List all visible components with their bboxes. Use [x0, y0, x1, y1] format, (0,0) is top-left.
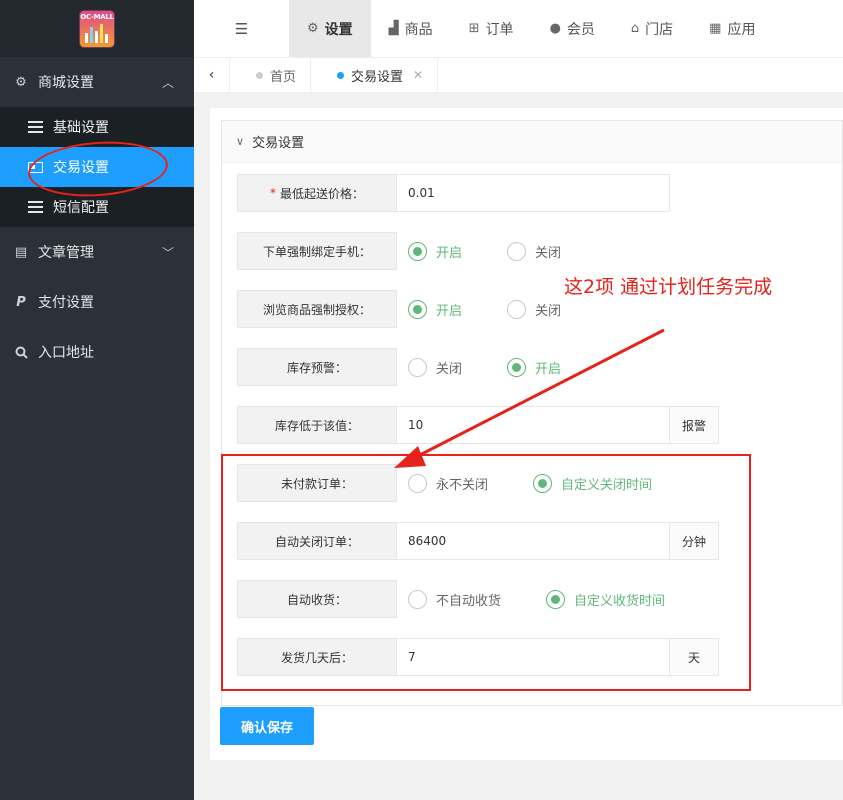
chevron-down-icon: ﹀ [161, 245, 174, 260]
radio-label: 开启 [436, 303, 463, 319]
radio-circle [408, 241, 427, 261]
form-row-stock-alert: 库存预警： 关闭 开启 [237, 348, 595, 386]
page-tabs: ‹ 首页 交易设置 ✕ [194, 57, 843, 93]
nav-item-orders[interactable]: ⊞ 订单 [451, 0, 532, 57]
nav-item-label: 应用 [727, 21, 756, 38]
radio-label: 关闭 [535, 303, 562, 319]
list-icon [28, 121, 43, 133]
newspaper-icon: ▤ [14, 244, 28, 260]
sidebar-group-label: 文章管理 [38, 245, 94, 261]
shopping-bag-icon: ▟ [388, 21, 399, 36]
radio-circle [507, 299, 527, 319]
radio-circle [507, 357, 527, 377]
nav-item-label: 门店 [645, 21, 674, 38]
search-icon [14, 346, 28, 359]
nav-item-label: 会员 [566, 21, 595, 38]
form-row-min-price: * 最低起送价格： 0.01 [237, 174, 670, 212]
tab-label: 交易设置 [351, 69, 404, 85]
nav-item-stores[interactable]: ⌂ 门店 [613, 0, 691, 57]
sidebar-item-label: 基础设置 [53, 120, 109, 136]
stock-threshold-input[interactable]: 10 [397, 406, 670, 444]
form-row-browse-auth: 浏览商品强制授权： 开启 关闭 [237, 290, 595, 328]
grid-table-icon: ⊞ [468, 21, 480, 36]
apps-icon: ▦ [709, 21, 722, 36]
radio-circle [408, 357, 427, 377]
bind-phone-radio-on[interactable]: 开启 [408, 241, 463, 261]
field-label: 下单强制绑定手机： [237, 232, 397, 270]
radio-label: 关闭 [436, 361, 463, 377]
sidebar-group-mall-settings[interactable]: ⚙ 商城设置 ︿ [0, 57, 194, 107]
tab-dot [256, 71, 263, 79]
logo-area: OC-MALL [0, 0, 194, 57]
nav-item-settings[interactable]: ⚙ 设置 [289, 0, 371, 57]
nav-item-members[interactable]: ● 会员 [532, 0, 613, 57]
tab-home[interactable]: 首页 [230, 57, 312, 93]
nav-item-apps[interactable]: ▦ 应用 [691, 0, 773, 57]
field-label: * 最低起送价格： [237, 174, 397, 212]
nav-item-label: 商品 [404, 21, 433, 38]
tab-dot [337, 71, 345, 79]
sidebar-group-label: 入口地址 [38, 345, 94, 361]
radio-circle [507, 241, 527, 261]
radio-label: 关闭 [535, 245, 562, 261]
sidebar: OC-MALL ⚙ 商城设置 ︿ 基础设置 交易设置 短信配置 ▤ 文章管理 ﹀ [0, 0, 194, 800]
annotation-box [221, 454, 751, 691]
annotation-text: 这2项 通过计划任务完成 [564, 276, 773, 298]
field-label: 浏览商品强制授权： [237, 290, 397, 328]
gear-icon: ⚙ [15, 74, 27, 90]
logo-text: OC-MALL [80, 12, 114, 21]
radio-label: 开启 [535, 361, 562, 377]
sidebar-group-articles[interactable]: ▤ 文章管理 ﹀ [0, 227, 194, 277]
stock-alert-radio-on[interactable]: 开启 [507, 357, 562, 377]
radio-label: 开启 [436, 245, 463, 261]
close-icon[interactable]: ✕ [413, 68, 423, 82]
field-label-text: 最低起送价格： [279, 186, 364, 201]
tab-trade-settings[interactable]: 交易设置 ✕ [311, 57, 439, 93]
sidebar-group-label: 商城设置 [38, 75, 94, 91]
chevron-up-icon: ︿ [161, 75, 174, 90]
field-label: 库存预警： [237, 348, 397, 386]
top-nav: ☰ ⚙ 设置 ▟ 商品 ⊞ 订单 ● 会员 ⌂ 门店 ▦ 应用 [194, 0, 843, 57]
min-price-input[interactable]: 0.01 [397, 174, 670, 212]
card-header[interactable]: ∨ 交易设置 [222, 121, 842, 163]
gears-icon: ⚙ [307, 21, 319, 36]
stock-alert-radio-off[interactable]: 关闭 [408, 357, 463, 377]
tabs-prev-button[interactable]: ‹ [194, 57, 230, 93]
bank-icon: ⌂ [630, 21, 640, 36]
nav-item-label: 订单 [485, 21, 514, 38]
app-logo[interactable]: OC-MALL [79, 9, 115, 48]
sidebar-toggle-button[interactable]: ☰ [194, 0, 289, 57]
form-row-stock-threshold: 库存低于该值： 10 报警 [237, 406, 719, 444]
paypal-icon: P [16, 294, 26, 310]
list-icon [28, 201, 43, 213]
bind-phone-radio-off[interactable]: 关闭 [507, 241, 562, 261]
save-button[interactable]: 确认保存 [220, 707, 314, 745]
browse-auth-radio-on[interactable]: 开启 [408, 299, 463, 319]
nav-item-label: 设置 [324, 21, 353, 38]
sidebar-group-payment[interactable]: P 支付设置 [0, 277, 194, 327]
browse-auth-radio-off[interactable]: 关闭 [507, 299, 562, 319]
form-row-bind-phone: 下单强制绑定手机： 开启 关闭 [237, 232, 595, 270]
sidebar-group-label: 支付设置 [38, 295, 94, 311]
sidebar-item-label: 短信配置 [53, 200, 109, 216]
chevron-down-icon: ∨ [236, 135, 245, 148]
required-mark: * [269, 186, 276, 200]
user-icon: ● [549, 21, 561, 36]
radio-circle [408, 299, 427, 319]
sidebar-group-entry[interactable]: 入口地址 [0, 327, 194, 377]
field-label: 库存低于该值： [237, 406, 397, 444]
chevron-left-icon: ‹ [208, 67, 215, 83]
nav-item-goods[interactable]: ▟ 商品 [371, 0, 451, 57]
tab-label: 首页 [270, 69, 297, 85]
indent-icon: ☰ [234, 19, 249, 38]
card-title: 交易设置 [252, 136, 305, 151]
input-addon: 报警 [670, 406, 719, 444]
